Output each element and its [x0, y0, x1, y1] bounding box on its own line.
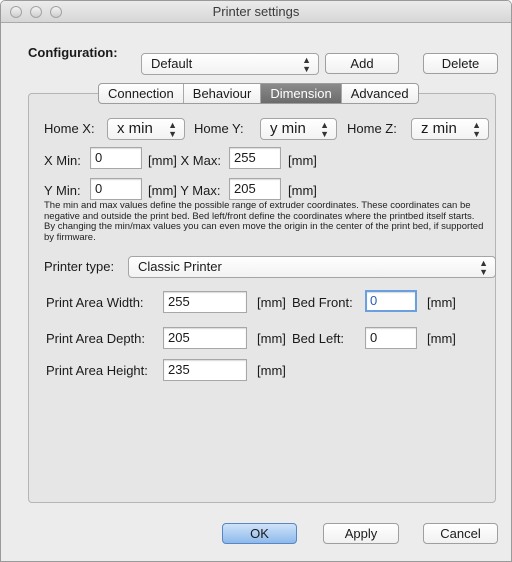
updown-arrows-icon: ▲ ▼	[320, 120, 329, 139]
x-max-label: [mm] X Max:	[148, 153, 221, 168]
home-y-value: y min	[270, 120, 306, 137]
bed-left-field[interactable]: 0	[365, 327, 417, 349]
configuration-label: Configuration:	[28, 45, 118, 60]
updown-arrows-icon: ▲ ▼	[168, 120, 177, 139]
print-area-depth-label: Print Area Depth:	[46, 331, 145, 346]
x-max-field[interactable]: 255	[229, 147, 281, 169]
y-max-field[interactable]: 205	[229, 178, 281, 200]
home-y-select[interactable]: y min ▲ ▼	[260, 118, 337, 140]
tab-connection[interactable]: Connection	[99, 84, 184, 103]
bed-left-label: Bed Left:	[292, 331, 345, 346]
print-area-depth-unit: [mm]	[257, 331, 286, 346]
tab-advanced[interactable]: Advanced	[342, 84, 418, 103]
print-area-width-label: Print Area Width:	[46, 295, 144, 310]
printer-type-label: Printer type:	[44, 259, 115, 274]
ok-button[interactable]: OK	[222, 523, 297, 544]
bed-front-value: 0	[370, 293, 378, 308]
print-area-height-label: Print Area Height:	[46, 363, 148, 378]
home-z-value: z min	[421, 120, 457, 137]
tab-behaviour[interactable]: Behaviour	[184, 84, 262, 103]
bed-front-label: Bed Front:	[292, 295, 353, 310]
print-area-width-unit: [mm]	[257, 295, 286, 310]
x-min-field[interactable]: 0	[90, 147, 142, 169]
y-min-field[interactable]: 0	[90, 178, 142, 200]
home-x-select[interactable]: x min ▲ ▼	[107, 118, 185, 140]
tab-bar: Connection Behaviour Dimension Advanced	[98, 83, 419, 104]
bed-left-unit: [mm]	[427, 331, 456, 346]
home-x-value: x min	[117, 120, 153, 137]
updown-arrows-icon: ▲ ▼	[472, 120, 481, 139]
home-x-label: Home X:	[44, 121, 95, 136]
title-bar: Printer settings	[1, 1, 511, 23]
printer-type-value: Classic Printer	[138, 259, 222, 274]
print-area-depth-field[interactable]: 205	[163, 327, 247, 349]
printer-settings-window: Printer settings Configuration: Default …	[0, 0, 512, 562]
printer-type-select[interactable]: Classic Printer ▲ ▼	[128, 256, 496, 278]
window-title: Printer settings	[212, 4, 300, 19]
y-min-label: Y Min:	[44, 183, 81, 198]
x-min-label: X Min:	[44, 153, 81, 168]
apply-button[interactable]: Apply	[323, 523, 399, 544]
bed-front-field[interactable]: 0	[365, 290, 417, 312]
print-area-height-unit: [mm]	[257, 363, 286, 378]
home-z-select[interactable]: z min ▲ ▼	[411, 118, 489, 140]
home-y-label: Home Y:	[194, 121, 244, 136]
dimension-description: The min and max values define the possib…	[44, 200, 484, 243]
delete-configuration-button[interactable]: Delete	[423, 53, 498, 74]
cancel-button[interactable]: Cancel	[423, 523, 498, 544]
add-configuration-button[interactable]: Add	[325, 53, 399, 74]
bed-front-unit: [mm]	[427, 295, 456, 310]
configuration-select[interactable]: Default ▲ ▼	[141, 53, 319, 75]
updown-arrows-icon: ▲ ▼	[302, 55, 311, 74]
print-area-width-field[interactable]: 255	[163, 291, 247, 313]
configuration-select-value: Default	[151, 56, 193, 71]
updown-arrows-icon: ▲ ▼	[479, 258, 488, 277]
x-max-unit: [mm]	[288, 153, 317, 168]
home-z-label: Home Z:	[347, 121, 397, 136]
y-max-label: [mm] Y Max:	[148, 183, 221, 198]
y-max-unit: [mm]	[288, 183, 317, 198]
print-area-height-field[interactable]: 235	[163, 359, 247, 381]
tab-dimension[interactable]: Dimension	[261, 84, 342, 103]
